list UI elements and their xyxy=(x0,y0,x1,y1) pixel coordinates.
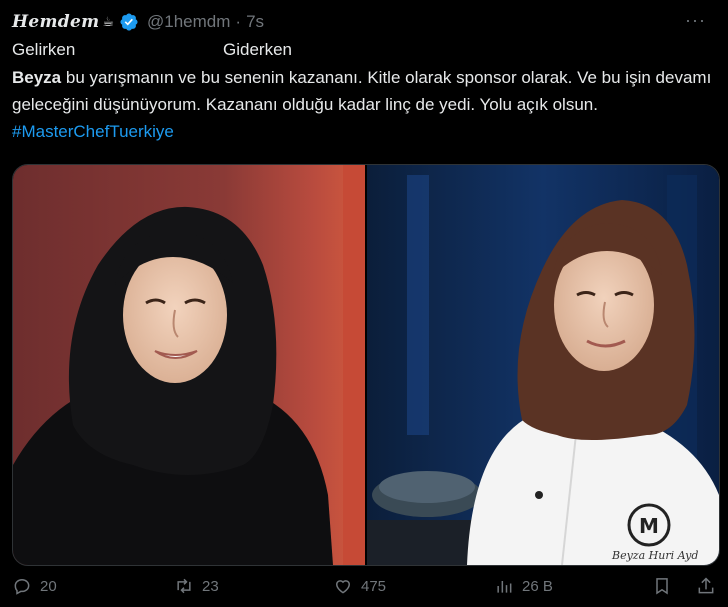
tweet-text-main: bu yarışmanın ve bu senenin kazananı. Ki… xyxy=(12,68,712,114)
reply-count: 20 xyxy=(40,577,57,595)
views-button[interactable]: 26 B xyxy=(494,576,553,596)
coffee-emoji-icon: ☕ xyxy=(102,14,115,29)
heart-icon xyxy=(335,580,351,594)
tweet-text: Beyza bu yarışmanın ve bu senenin kazana… xyxy=(12,64,718,145)
timestamp[interactable]: 7s xyxy=(246,12,264,32)
bookmark-icon xyxy=(656,578,668,595)
separator-dot: · xyxy=(235,12,242,31)
share-icon xyxy=(698,577,714,594)
like-count: 475 xyxy=(361,577,387,595)
bookmark-button[interactable] xyxy=(652,576,672,596)
like-button[interactable]: 475 xyxy=(333,576,386,596)
more-options-icon[interactable]: ··· xyxy=(685,10,706,31)
tweet-header: Hemdem ☕ @1hemdm · 7s ··· xyxy=(12,8,716,36)
tweet-actions: 20 23 475 26 B xyxy=(12,576,718,602)
photo-left[interactable] xyxy=(13,165,365,565)
chef-name-embroidery: Beyza Huri Ayd xyxy=(611,549,698,562)
reply-button[interactable]: 20 xyxy=(12,576,57,596)
tweet-text-bold: Beyza xyxy=(12,68,62,87)
views-chart-icon xyxy=(497,581,512,593)
media-labels: Gelirken Giderken xyxy=(12,40,712,64)
share-button[interactable] xyxy=(696,576,716,596)
user-handle[interactable]: @1hemdm xyxy=(147,12,230,32)
reply-icon xyxy=(14,578,30,595)
display-name[interactable]: Hemdem xyxy=(12,12,99,32)
label-giderken: Giderken xyxy=(223,40,292,59)
photo-left-illustration xyxy=(13,165,365,565)
photo-right[interactable]: M Beyza Huri Ayd xyxy=(367,165,719,565)
tweet-media[interactable]: M Beyza Huri Ayd xyxy=(12,164,720,566)
photo-right-illustration: M Beyza Huri Ayd xyxy=(367,165,719,565)
repost-button[interactable]: 23 xyxy=(174,576,219,596)
chef-logo-letter: M xyxy=(639,514,659,538)
repost-count: 23 xyxy=(202,577,219,595)
verified-badge-icon xyxy=(119,12,139,32)
views-count: 26 B xyxy=(522,577,553,595)
label-gelirken: Gelirken xyxy=(12,40,76,59)
hashtag-link[interactable]: #MasterChefTuerkiye xyxy=(12,122,174,141)
repost-icon xyxy=(177,578,191,594)
